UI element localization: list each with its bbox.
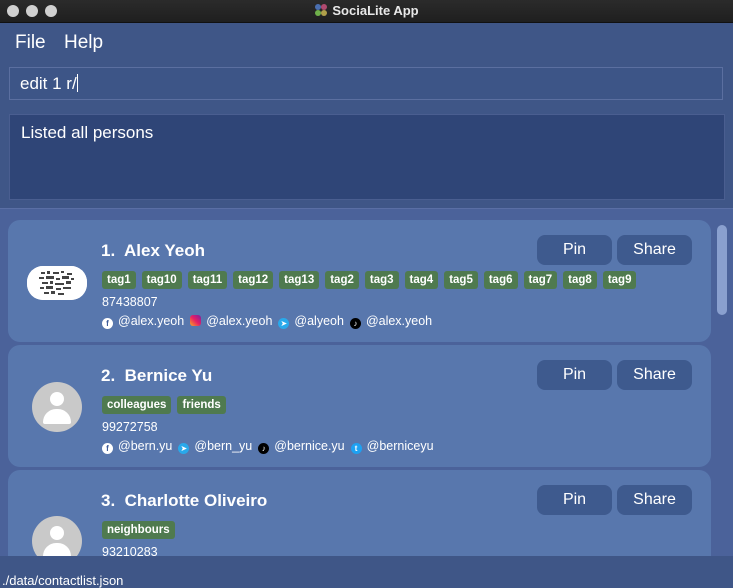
profile-photo xyxy=(27,266,87,300)
instagram-icon xyxy=(190,315,202,326)
tag-list: neighbours xyxy=(102,521,181,539)
tag: tag10 xyxy=(141,271,182,289)
tiktok-icon: ♪ xyxy=(258,443,270,454)
list-scrollbar[interactable] xyxy=(717,221,727,551)
tag: tag5 xyxy=(444,271,478,289)
title-bar: SociaLite App xyxy=(0,0,733,23)
pin-button[interactable]: Pin xyxy=(537,485,612,515)
tag-list: tag1 tag10 tag11 tag12 tag13 tag2 tag3 tag4 tag5… xyxy=(102,271,642,289)
avatar-body-shape xyxy=(43,543,71,557)
scrollbar-thumb[interactable] xyxy=(717,225,727,315)
person-name-row: 1. Alex Yeoh xyxy=(101,241,205,261)
status-bar: ./data/contactlist.json xyxy=(0,556,733,588)
social-handles: f @bern.yu ➤ @bern_yu ♪ @bernice.yu t @bernicey… xyxy=(102,439,440,454)
social-handle: @alex.yeoh xyxy=(365,314,433,328)
pin-button[interactable]: Pin xyxy=(537,235,612,265)
tag: tag7 xyxy=(523,271,558,289)
tag: tag8 xyxy=(563,271,597,289)
text-caret xyxy=(76,74,78,92)
social-handle: @bern.yu xyxy=(118,439,173,453)
window-title: SociaLite App xyxy=(332,3,419,18)
tag-list: colleagues friends xyxy=(102,396,232,414)
share-button[interactable]: Share xyxy=(617,235,692,265)
person-name: Bernice Yu xyxy=(124,366,213,385)
share-button[interactable]: Share xyxy=(617,360,692,390)
social-handle: @alex.yeoh xyxy=(206,314,273,328)
default-avatar xyxy=(32,516,82,557)
social-handle: @bern_yu xyxy=(194,439,253,453)
tag: tag6 xyxy=(483,271,518,289)
tag: tag1 xyxy=(102,271,136,289)
person-card[interactable]: 3. Charlotte Oliveiro Pin Share neighbou… xyxy=(8,470,711,557)
person-card[interactable]: 1. Alex Yeoh Pin Share tag1 tag10 tag11 tag… xyxy=(8,220,711,342)
person-card[interactable]: 2. Bernice Yu Pin Share colleagues friend… xyxy=(8,345,711,467)
person-index: 3. xyxy=(101,491,116,510)
person-name: Alex Yeoh xyxy=(124,241,205,260)
person-name-row: 2. Bernice Yu xyxy=(101,366,212,386)
telegram-icon: ➤ xyxy=(278,318,290,329)
person-name-row: 3. Charlotte Oliveiro xyxy=(101,491,267,511)
tiktok-icon: ♪ xyxy=(349,318,361,329)
tag: tag4 xyxy=(404,271,439,289)
menu-file[interactable]: File xyxy=(15,32,46,54)
pin-button[interactable]: Pin xyxy=(537,360,612,390)
command-input[interactable]: edit 1 r/ xyxy=(9,67,723,100)
person-name: Charlotte Oliveiro xyxy=(124,491,268,510)
tag: tag3 xyxy=(364,271,399,289)
social-handle: @alex.yeoh xyxy=(118,314,185,328)
telegram-icon: ➤ xyxy=(178,443,190,454)
facebook-icon: f xyxy=(102,443,113,454)
tag: tag11 xyxy=(187,271,228,289)
person-list-panel[interactable]: 1. Alex Yeoh Pin Share tag1 tag10 tag11 tag… xyxy=(0,208,733,557)
twitter-icon: t xyxy=(350,443,362,454)
avatar-body-shape xyxy=(43,409,71,424)
social-handles: f @alex.yeoh @alex.yeoh ➤ @alyeoh ♪ @alex.yeoh xyxy=(102,314,438,329)
phone-number: 87438807 xyxy=(102,295,158,309)
person-index: 1. xyxy=(101,241,116,260)
tag: tag13 xyxy=(279,271,320,289)
app-logo-icon xyxy=(315,4,328,16)
result-text: Listed all persons xyxy=(21,123,154,142)
social-handle: @bernice.yu xyxy=(274,439,345,453)
tag: neighbours xyxy=(102,521,175,539)
tag: friends xyxy=(177,396,226,414)
result-display: Listed all persons xyxy=(9,114,725,200)
tag: tag9 xyxy=(602,271,637,289)
default-avatar xyxy=(32,382,82,432)
window-title-area: SociaLite App xyxy=(0,0,733,22)
share-button[interactable]: Share xyxy=(617,485,692,515)
menu-help[interactable]: Help xyxy=(64,32,103,54)
facebook-icon: f xyxy=(102,318,113,329)
person-index: 2. xyxy=(101,366,116,385)
avatar-head-shape xyxy=(50,392,64,406)
data-file-path: ./data/contactlist.json xyxy=(2,573,124,588)
avatar-head-shape xyxy=(50,526,64,540)
social-handle: @alyeoh xyxy=(294,314,344,328)
tag: tag2 xyxy=(325,271,359,289)
social-handle: @berniceyu xyxy=(366,439,434,453)
menu-bar: File Help xyxy=(0,23,733,61)
tag: colleagues xyxy=(102,396,172,414)
command-text: edit 1 r/ xyxy=(20,74,77,93)
tag: tag12 xyxy=(233,271,274,289)
phone-number: 99272758 xyxy=(102,420,158,434)
